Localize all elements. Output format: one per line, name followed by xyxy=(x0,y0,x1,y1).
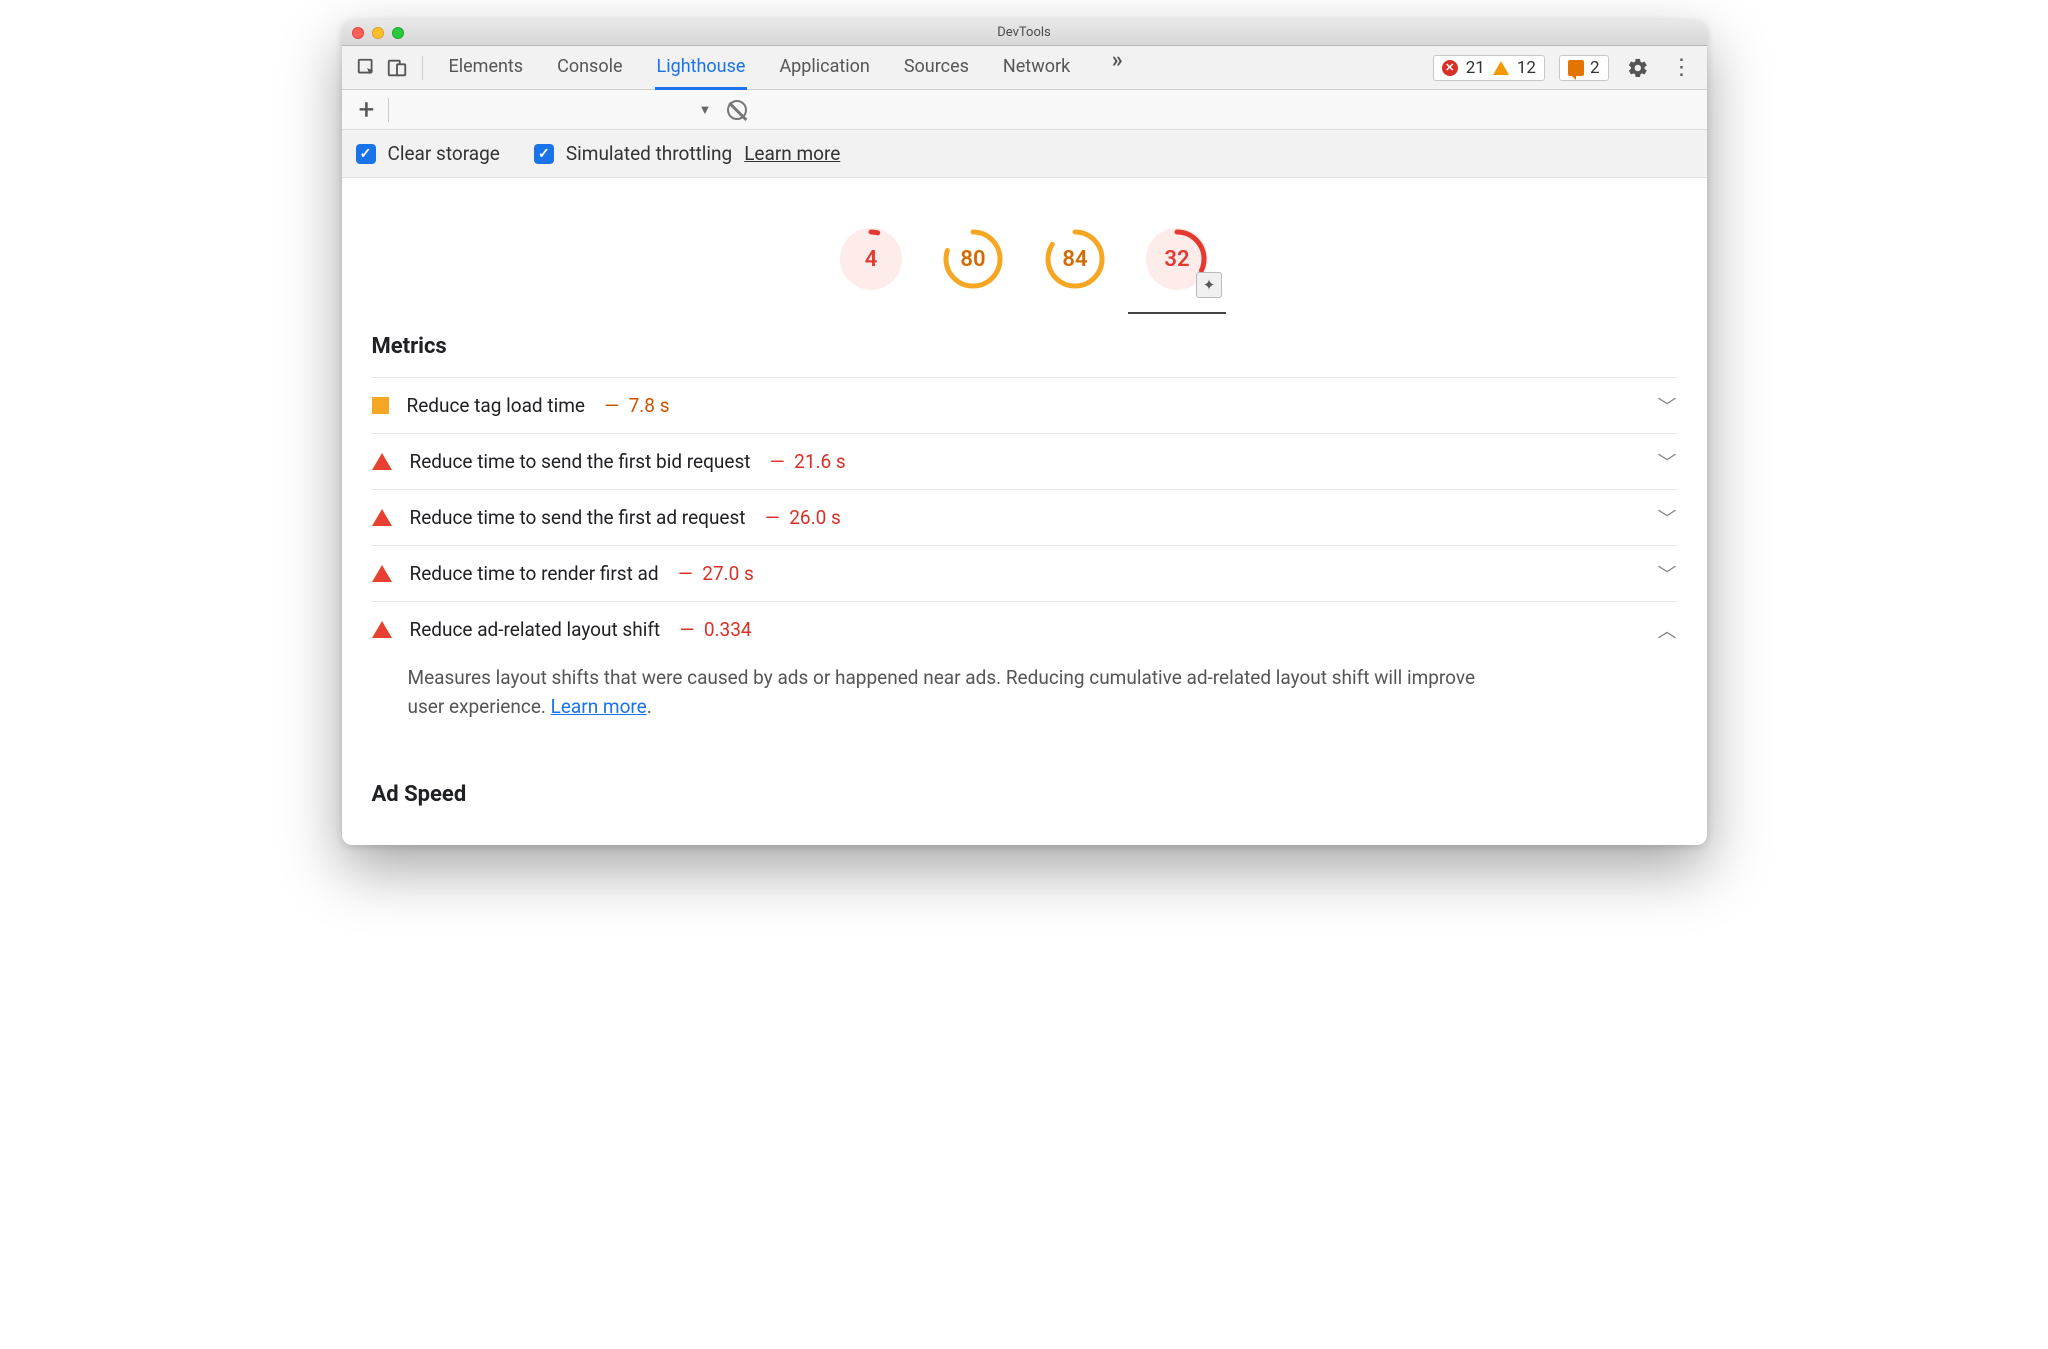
tab-console[interactable]: Console xyxy=(555,46,624,90)
chevron-up-icon: ︿ xyxy=(1657,616,1676,643)
report-dropdown-icon[interactable]: ▼ xyxy=(699,102,712,118)
device-toolbar-icon[interactable] xyxy=(382,53,412,83)
devtools-window: DevTools Elements Console Lighthouse App… xyxy=(342,20,1707,845)
audit-row[interactable]: Reduce ad-related layout shift — 0.334 ︿ xyxy=(372,601,1677,657)
audit-description: Measures layout shifts that were caused … xyxy=(372,657,1512,742)
settings-icon[interactable] xyxy=(1623,53,1653,83)
status-triangle-icon xyxy=(372,453,392,470)
score-gauge-0[interactable]: 4 xyxy=(840,228,902,290)
metrics-heading: Metrics xyxy=(372,334,1677,359)
new-report-button[interactable]: + xyxy=(352,96,382,124)
clear-storage-checkbox[interactable]: ✓ xyxy=(356,144,376,164)
tab-network[interactable]: Network xyxy=(1001,46,1072,90)
tab-lighthouse[interactable]: Lighthouse xyxy=(655,46,748,90)
score-gauge-2[interactable]: 84 xyxy=(1044,228,1106,290)
audit-title: Reduce time to render first ad xyxy=(410,562,659,585)
audit-value: — 21.6 s xyxy=(760,450,845,473)
learn-more-link[interactable]: Learn more xyxy=(551,695,647,718)
issues-count[interactable]: 2 xyxy=(1559,55,1609,81)
gauge-ring-icon xyxy=(840,228,902,290)
simulated-throttling-label: Simulated throttling xyxy=(566,142,732,165)
score-gauge-3[interactable]: 32✦ xyxy=(1146,228,1208,290)
error-icon: ✕ xyxy=(1442,60,1458,76)
tab-sources[interactable]: Sources xyxy=(902,46,971,90)
status-triangle-icon xyxy=(372,565,392,582)
warning-count: 12 xyxy=(1517,58,1536,78)
chevron-down-icon: ﹀ xyxy=(1657,504,1676,531)
audit-row[interactable]: Reduce time to render first ad — 27.0 s ﹀ xyxy=(372,545,1677,601)
clear-storage-label: Clear storage xyxy=(388,142,500,165)
audit-title: Reduce tag load time xyxy=(407,394,585,417)
gauge-fill: 80 xyxy=(942,228,1004,290)
sub-divider xyxy=(388,98,389,122)
score-gauges: 4 80 84 32✦ xyxy=(342,178,1707,320)
panel-tabs: Elements Console Lighthouse Application … xyxy=(447,46,1133,90)
tab-elements[interactable]: Elements xyxy=(447,46,526,90)
devtools-toolbar: Elements Console Lighthouse Application … xyxy=(342,46,1707,90)
toolbar-right: ✕ 21 12 2 ⋮ xyxy=(1433,53,1697,83)
gauge-fill: 84 xyxy=(1044,228,1106,290)
error-count: 21 xyxy=(1466,58,1485,78)
audit-row[interactable]: Reduce tag load time — 7.8 s ﹀ xyxy=(372,377,1677,433)
audit-value: — 7.8 s xyxy=(595,394,670,417)
more-tabs-icon[interactable]: » xyxy=(1102,46,1132,76)
select-element-icon[interactable] xyxy=(352,53,382,83)
lighthouse-subtoolbar: + ▼ xyxy=(342,90,1707,130)
gauge-score: 80 xyxy=(960,247,985,272)
audit-title: Reduce time to send the first ad request xyxy=(410,506,746,529)
console-issue-counts[interactable]: ✕ 21 12 xyxy=(1433,55,1545,81)
gauge-score: 84 xyxy=(1062,247,1087,272)
audit-title: Reduce ad-related layout shift xyxy=(410,618,661,641)
audit-value: — 27.0 s xyxy=(669,562,754,585)
audit-list: Reduce tag load time — 7.8 s﹀Reduce time… xyxy=(372,377,1677,742)
simulated-throttling-checkbox[interactable]: ✓ xyxy=(534,144,554,164)
tab-application[interactable]: Application xyxy=(777,46,871,90)
ad-speed-heading: Ad Speed xyxy=(372,782,1677,807)
lighthouse-options: ✓ Clear storage ✓ Simulated throttling L… xyxy=(342,130,1707,178)
plugin-badge-icon: ✦ xyxy=(1196,272,1222,298)
audit-value: — 0.334 xyxy=(670,618,751,641)
chevron-down-icon: ﹀ xyxy=(1657,392,1676,419)
kebab-menu-icon[interactable]: ⋮ xyxy=(1667,53,1697,83)
warning-icon xyxy=(1493,61,1509,75)
audit-value: — 26.0 s xyxy=(756,506,841,529)
chevron-down-icon: ﹀ xyxy=(1657,560,1676,587)
learn-more-link[interactable]: Learn more xyxy=(744,142,840,165)
metrics-section: Metrics Reduce tag load time — 7.8 s﹀Red… xyxy=(342,334,1707,807)
score-gauge-1[interactable]: 80 xyxy=(942,228,1004,290)
audit-row[interactable]: Reduce time to send the first bid reques… xyxy=(372,433,1677,489)
audit-row[interactable]: Reduce time to send the first ad request… xyxy=(372,489,1677,545)
window-titlebar: DevTools xyxy=(342,20,1707,46)
toolbar-divider xyxy=(422,56,423,80)
chevron-down-icon: ﹀ xyxy=(1657,448,1676,475)
window-title: DevTools xyxy=(342,25,1707,40)
clear-icon[interactable] xyxy=(727,100,747,120)
status-triangle-icon xyxy=(372,509,392,526)
audit-title: Reduce time to send the first bid reques… xyxy=(410,450,751,473)
issues-number: 2 xyxy=(1590,58,1600,78)
status-square-icon xyxy=(372,397,389,414)
status-triangle-icon xyxy=(372,621,392,638)
issues-icon xyxy=(1568,60,1584,76)
